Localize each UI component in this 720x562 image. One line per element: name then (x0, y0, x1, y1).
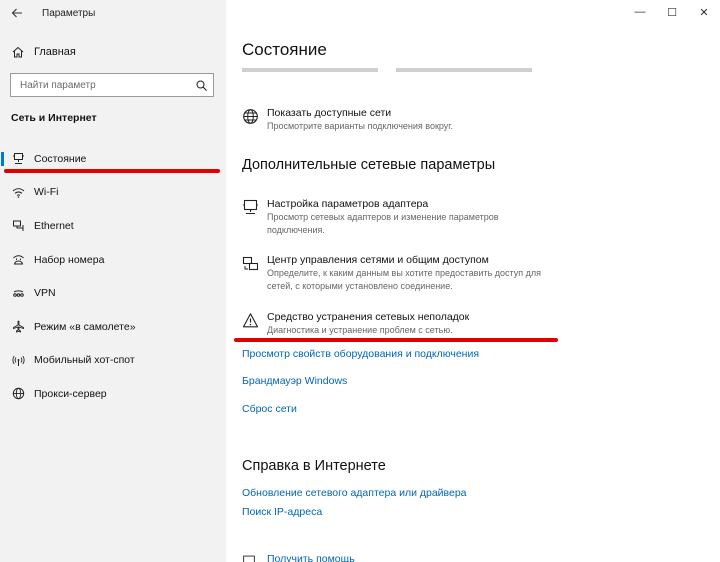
window-controls: — ☐ ✕ (624, 0, 720, 24)
adapter-icon (243, 199, 258, 215)
home-nav-item[interactable]: Главная (0, 40, 226, 64)
advanced-heading: Дополнительные сетевые параметры (242, 157, 496, 173)
warning-icon (242, 313, 259, 328)
vpn-icon (13, 290, 24, 297)
adapter-settings-item[interactable]: Настройка параметров адаптера Просмотр с… (242, 198, 702, 238)
sharing-center-desc: Определите, к каким данным вы хотите пре… (267, 268, 541, 291)
minimize-icon: — (634, 6, 646, 18)
get-help-link[interactable]: Получить помощь (267, 553, 355, 562)
annotation-underline-troubleshooter (234, 338, 558, 342)
help-chat-icon (243, 555, 255, 562)
network-sharing-icon (242, 256, 259, 271)
sidebar-item-label: Состояние (34, 152, 87, 165)
close-button[interactable]: ✕ (688, 0, 720, 24)
hardware-properties-link[interactable]: Просмотр свойств оборудования и подключе… (242, 348, 479, 360)
help-heading: Справка в Интернете (242, 458, 386, 474)
selection-indicator (1, 152, 4, 166)
proxy-icon (12, 388, 25, 400)
sharing-center-item[interactable]: Центр управления сетями и общим доступом… (242, 254, 702, 294)
ethernet-icon (13, 220, 24, 232)
troubleshooter-item[interactable]: Средство устранения сетевых неполадок Ди… (242, 311, 702, 341)
sidebar-item-label: VPN (34, 287, 56, 300)
network-reset-link[interactable]: Сброс сети (242, 403, 297, 415)
sidebar-item-wifi[interactable]: Wi-Fi (0, 176, 226, 210)
hotspot-icon (12, 355, 25, 366)
title-bar-left: Параметры (0, 0, 226, 26)
home-icon (12, 46, 24, 58)
search-box[interactable] (10, 73, 214, 97)
maximize-button[interactable]: ☐ (656, 0, 688, 24)
get-help-item[interactable]: Получить помощь (242, 553, 702, 562)
troubleshooter-title: Средство устранения сетевых неполадок (267, 311, 470, 323)
sidebar-item-hotspot[interactable]: Мобильный хот-спот (0, 344, 226, 378)
sidebar-item-label: Прокси-сервер (34, 387, 107, 400)
sidebar-item-proxy[interactable]: Прокси-сервер (0, 377, 226, 411)
maximize-icon: ☐ (667, 6, 677, 19)
sidebar-section-title: Сеть и Интернет (11, 112, 97, 124)
search-input[interactable] (20, 79, 190, 91)
placeholder-bar-1 (242, 68, 378, 72)
sidebar-item-ethernet[interactable]: Ethernet (0, 209, 226, 243)
show-networks-item[interactable]: Показать доступные сети Просмотрите вари… (242, 107, 702, 137)
update-adapter-link[interactable]: Обновление сетевого адаптера или драйвер… (242, 487, 467, 499)
adapter-title: Настройка параметров адаптера (267, 198, 429, 210)
show-networks-desc: Просмотрите варианты подключения вокруг. (267, 121, 453, 131)
status-icon (13, 153, 24, 165)
sidebar-item-label: Мобильный хот-спот (34, 354, 135, 367)
search-icon[interactable] (196, 80, 207, 91)
placeholder-bar-2 (396, 68, 532, 72)
find-ip-link[interactable]: Поиск IP-адреса (242, 506, 322, 518)
adapter-desc: Просмотр сетевых адаптеров и изменение п… (267, 212, 499, 235)
sidebar-item-label: Wi-Fi (34, 186, 59, 199)
sidebar-item-dialup[interactable]: Набор номера (0, 243, 226, 277)
airplane-icon (13, 320, 24, 333)
minimize-button[interactable]: — (624, 0, 656, 24)
sharing-center-title: Центр управления сетями и общим доступом (267, 254, 489, 266)
sidebar-item-airplane[interactable]: Режим «в самолете» (0, 310, 226, 344)
home-label: Главная (34, 46, 76, 58)
sidebar-item-label: Ethernet (34, 219, 74, 232)
sidebar-item-label: Режим «в самолете» (34, 320, 136, 333)
show-networks-title: Показать доступные сети (267, 107, 392, 119)
sidebar-nav: Состояние Wi-Fi Ethernet Набор номера VP… (0, 142, 226, 411)
app-title: Параметры (42, 7, 96, 19)
close-icon: ✕ (699, 6, 709, 19)
sidebar-item-label: Набор номера (34, 253, 105, 266)
wifi-icon (12, 188, 25, 198)
dialup-icon (13, 255, 24, 265)
back-button[interactable] (0, 0, 34, 26)
back-arrow-icon (11, 8, 22, 18)
sidebar-item-vpn[interactable]: VPN (0, 276, 226, 310)
windows-firewall-link[interactable]: Брандмауэр Windows (242, 375, 347, 387)
annotation-underline-status (4, 169, 220, 173)
sidebar: Параметры Главная Сеть и Интернет Состоя… (0, 0, 226, 562)
page-title: Состояние (242, 40, 327, 59)
troubleshooter-desc: Диагностика и устранение проблем с сетью… (267, 325, 453, 335)
globe-icon (243, 109, 258, 124)
